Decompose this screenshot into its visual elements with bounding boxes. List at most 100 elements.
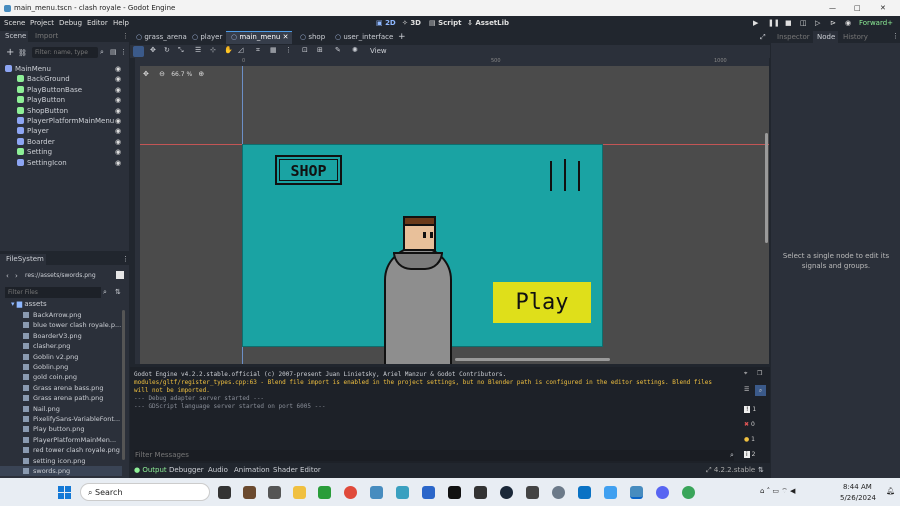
app-icon[interactable] (268, 486, 281, 499)
tab-user-interface[interactable]: ○ user_interface (335, 31, 393, 43)
add-tab-icon[interactable]: + (398, 31, 406, 43)
distraction-free-icon[interactable]: ⤢ (760, 31, 766, 43)
minimize-button[interactable]: — (829, 0, 836, 16)
tab-filesystem[interactable]: FileSystem (0, 254, 46, 265)
tab-player[interactable]: ○ player (192, 31, 222, 43)
unity-icon[interactable] (526, 486, 539, 499)
workspace-assetlib[interactable]: ⇩ AssetLib (467, 16, 509, 30)
file-item[interactable]: clasher.png (0, 341, 122, 351)
visibility-eye-icon[interactable]: ◉ (115, 64, 121, 74)
workspace-script[interactable]: ▤ Script (429, 16, 461, 30)
visibility-eye-icon[interactable]: ◉ (115, 126, 121, 136)
godot-taskbar-icon[interactable] (370, 486, 383, 499)
scene-node[interactable]: PlayButton ◉ (0, 95, 129, 105)
tab-animation[interactable]: Animation (234, 463, 270, 477)
thumbnail-icon[interactable] (116, 271, 124, 279)
fs-filter-input[interactable]: Filter Files (5, 287, 101, 298)
workspace-2d[interactable]: ▣ 2D (376, 16, 396, 30)
fs-scrollbar[interactable] (122, 310, 125, 460)
stop-icon[interactable]: ■ (785, 16, 792, 30)
tab-main-menu[interactable]: ○ main_menu ✕ (231, 31, 288, 43)
zoom-out-icon[interactable]: ⊖ (159, 70, 165, 78)
ruler-tool-icon[interactable]: ◿ (238, 46, 243, 54)
rotate-tool-icon[interactable]: ↻ (164, 46, 170, 54)
steam-icon[interactable] (500, 486, 513, 499)
pin-icon[interactable]: ⌖ (744, 370, 747, 378)
notification-icon[interactable]: 🔔︎ (886, 487, 895, 495)
visibility-eye-icon[interactable]: ◉ (115, 158, 121, 168)
vscode-icon[interactable] (578, 486, 591, 499)
scene-node[interactable]: ShopButton ◉ (0, 106, 129, 116)
tab-debugger[interactable]: Debugger (169, 463, 204, 477)
settings-taskbar-icon[interactable] (552, 486, 565, 499)
play-scene-icon[interactable]: ▷ (815, 16, 820, 30)
godot-active-icon[interactable] (630, 486, 643, 499)
maximize-button[interactable]: □ (854, 0, 861, 16)
file-explorer-icon[interactable] (293, 486, 306, 499)
play-button[interactable]: Play (493, 282, 591, 323)
h-scrollbar[interactable] (455, 358, 610, 361)
chrome-profile-icon[interactable] (682, 486, 695, 499)
tab-history[interactable]: History (843, 31, 868, 43)
message-count[interactable]: i 2 (744, 451, 755, 458)
file-item[interactable]: gold coin.png (0, 372, 122, 382)
player-platform[interactable] (381, 216, 456, 364)
settings-icon[interactable] (548, 159, 584, 193)
menu-help[interactable]: Help (113, 16, 129, 30)
visibility-eye-icon[interactable]: ◉ (115, 74, 121, 84)
file-item[interactable]: Grass arena path.png (0, 393, 122, 403)
tab-scene[interactable]: Scene (0, 31, 28, 42)
view-menu[interactable]: View (370, 47, 387, 55)
clipchamp-icon[interactable] (396, 486, 409, 499)
warning-count[interactable]: ● 1 (744, 436, 755, 443)
scene-node[interactable]: Boarder ◉ (0, 137, 129, 147)
link-icon[interactable]: ⛓ (18, 49, 27, 57)
script-icon[interactable]: ▤ (110, 48, 117, 56)
wrap-icon[interactable]: ☰ (744, 386, 749, 393)
file-item[interactable]: Nail.png (0, 404, 122, 414)
file-item[interactable]: red tower clash royale.png (0, 445, 122, 455)
workspace-3d[interactable]: ✧ 3D (402, 16, 421, 30)
file-item[interactable]: BackArrow.png (0, 310, 122, 320)
grid-icon[interactable]: ▦ (270, 46, 277, 54)
task-view-icon[interactable] (218, 486, 231, 499)
windows-start-icon[interactable] (58, 486, 71, 499)
search-icon[interactable]: ⌕ (100, 48, 104, 57)
scene-node[interactable]: PlayButtonBase ◉ (0, 85, 129, 95)
play-icon[interactable]: ▶ (753, 16, 758, 30)
fs-search-icon[interactable]: ⌕ (103, 288, 107, 297)
renderer-select[interactable]: Forward+ (859, 16, 893, 30)
fs-menu-icon[interactable]: ⋮ (122, 255, 129, 263)
scene-menu-icon[interactable]: ⋮ (120, 48, 127, 56)
chrome-icon[interactable] (344, 486, 357, 499)
tab-close-icon[interactable]: ✕ (283, 33, 289, 41)
node-dock-menu-icon[interactable]: ⋮ (892, 32, 899, 40)
file-item[interactable]: Goblin.png (0, 362, 122, 372)
tab-grass-arena[interactable]: ○ grass_arena (136, 31, 187, 43)
remote-debug-icon[interactable]: ◫ (800, 16, 807, 30)
scene-node[interactable]: PlayerPlatformMainMenu ◉ (0, 116, 129, 126)
log-count[interactable]: ! 1 (744, 406, 756, 413)
player-sprite[interactable] (403, 216, 436, 251)
xbox-icon[interactable] (318, 486, 331, 499)
discord-icon[interactable] (656, 486, 669, 499)
file-item[interactable]: Grass arena bass.png (0, 383, 122, 393)
select-tool-icon[interactable] (133, 46, 144, 57)
menu-editor[interactable]: Editor (87, 16, 108, 30)
zoom-level[interactable]: 66.7 % (171, 71, 192, 78)
zoom-reset-icon[interactable]: ✥ (143, 70, 149, 78)
scene-node[interactable]: Player ◉ (0, 126, 129, 136)
scene-node[interactable]: SettingIcon ◉ (0, 158, 129, 168)
pivot-icon[interactable]: ⊹ (210, 46, 216, 54)
file-item[interactable]: BoarderV3.png (0, 331, 122, 341)
scene-node[interactable]: BackGround ◉ (0, 74, 129, 84)
tray-icons[interactable]: ⌂ ˄ ▭ ⌔ ◀ (760, 487, 795, 496)
visibility-eye-icon[interactable]: ◉ (115, 95, 121, 105)
search-output-icon[interactable]: ⌕ (755, 385, 766, 396)
output-filter-search-icon[interactable]: ⌕ (730, 451, 734, 460)
snap-icon[interactable]: ⌗ (256, 46, 260, 55)
visibility-eye-icon[interactable]: ◉ (115, 147, 121, 157)
v-scrollbar[interactable] (765, 133, 768, 243)
close-button[interactable]: ✕ (880, 0, 886, 16)
menu-scene[interactable]: Scene (4, 16, 25, 30)
